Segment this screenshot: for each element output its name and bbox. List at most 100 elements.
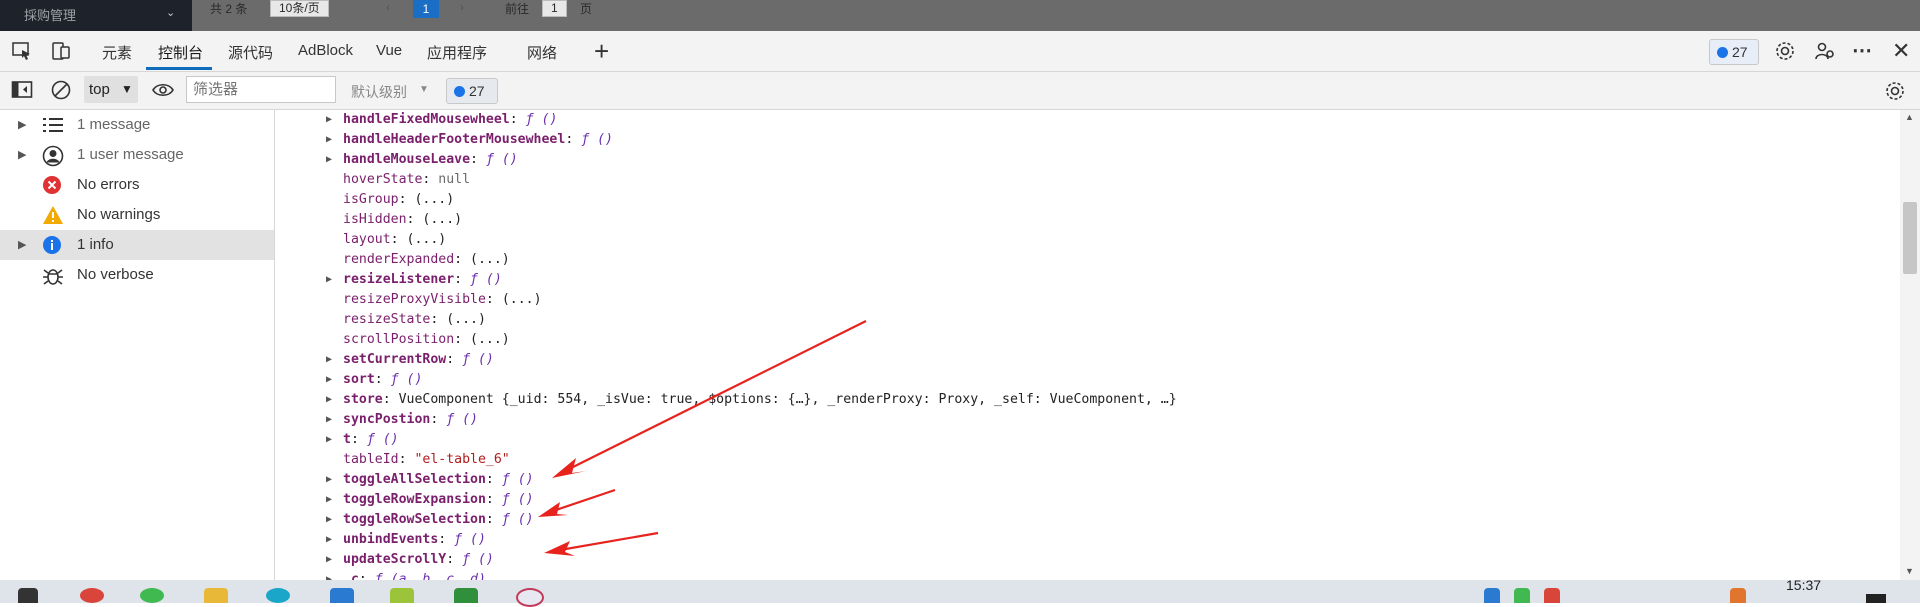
expand-arrow-icon[interactable]: ▶ bbox=[326, 110, 332, 130]
folder-icon[interactable] bbox=[204, 588, 228, 603]
taskbar-app-icon[interactable] bbox=[140, 588, 164, 603]
console-property-row[interactable]: ▶ handleHeaderFooterMousewheel: ƒ () bbox=[276, 130, 1876, 150]
console-property-row[interactable]: ▶ sort: ƒ () bbox=[276, 370, 1876, 390]
property-text: resizeState: (...) bbox=[343, 310, 486, 330]
property-text: handleFixedMousewheel: ƒ () bbox=[343, 110, 557, 130]
inspect-element-icon[interactable] bbox=[11, 40, 33, 67]
taskbar-app-icon[interactable] bbox=[80, 588, 104, 603]
property-value: (...) bbox=[470, 332, 510, 347]
property-value: ƒ () bbox=[501, 492, 534, 507]
tray-icon[interactable] bbox=[1514, 588, 1530, 603]
console-settings-gear-icon[interactable] bbox=[1884, 80, 1906, 107]
console-property-row[interactable]: ▶ syncPostion: ƒ () bbox=[276, 410, 1876, 430]
tab-network[interactable]: 网络 bbox=[527, 42, 557, 63]
settings-gear-icon[interactable] bbox=[1774, 40, 1796, 67]
log-level-select[interactable]: 默认级别 bbox=[351, 82, 407, 102]
add-tab-icon[interactable]: + bbox=[594, 36, 609, 67]
device-toolbar-icon[interactable] bbox=[50, 40, 72, 67]
scroll-up-icon[interactable]: ▲ bbox=[1905, 112, 1914, 122]
property-separator: : bbox=[422, 172, 439, 187]
console-property-row[interactable]: ▶ handleFixedMousewheel: ƒ () bbox=[276, 110, 1876, 130]
live-expression-eye-icon[interactable] bbox=[152, 80, 174, 105]
tab-adblock[interactable]: AdBlock bbox=[298, 42, 353, 59]
next-page-button[interactable]: › bbox=[460, 0, 464, 16]
property-key: resizeListener bbox=[343, 272, 455, 287]
property-key: unbindEvents bbox=[343, 532, 439, 547]
console-property-row[interactable]: ▶ updateScrollY: ƒ () bbox=[276, 550, 1876, 570]
console-property-row[interactable]: ▶ handleMouseLeave: ƒ () bbox=[276, 150, 1876, 170]
tray-icon[interactable] bbox=[1484, 588, 1500, 603]
current-page-button[interactable]: 1 bbox=[413, 0, 439, 18]
expand-arrow-icon[interactable]: ▶ bbox=[326, 510, 332, 530]
expand-arrow-icon[interactable]: ▶ bbox=[18, 238, 26, 251]
tab-sources[interactable]: 源代码 bbox=[228, 42, 273, 63]
expand-arrow-icon[interactable]: ▶ bbox=[326, 490, 332, 510]
console-property-row[interactable]: ▶ toggleAllSelection: ƒ () bbox=[276, 470, 1876, 490]
sidebar-item-messages[interactable]: ▶ 1 message bbox=[0, 110, 274, 140]
close-devtools-icon[interactable]: ✕ bbox=[1892, 38, 1910, 64]
taskbar-app-icon[interactable] bbox=[516, 588, 544, 607]
prev-page-button[interactable]: ‹ bbox=[386, 0, 390, 16]
start-icon[interactable] bbox=[18, 588, 38, 603]
browser-icon[interactable] bbox=[266, 588, 290, 603]
toolbar-issues-badge[interactable]: 27 bbox=[446, 78, 498, 104]
expand-arrow-icon[interactable]: ▶ bbox=[326, 430, 332, 450]
taskbar-app-icon[interactable] bbox=[390, 588, 414, 603]
goto-page-input[interactable]: 1 bbox=[542, 0, 567, 17]
expand-arrow-icon[interactable]: ▶ bbox=[326, 270, 332, 290]
sidebar-toggle-icon[interactable] bbox=[11, 80, 33, 105]
more-options-icon[interactable]: ⋯ bbox=[1852, 38, 1872, 63]
expand-arrow-icon[interactable]: ▶ bbox=[18, 118, 26, 131]
property-separator: : bbox=[446, 552, 463, 567]
property-key: setCurrentRow bbox=[343, 352, 447, 367]
customize-icon[interactable] bbox=[1814, 40, 1836, 67]
console-property-row[interactable]: ▶ setCurrentRow: ƒ () bbox=[276, 350, 1876, 370]
property-text: isHidden: (...) bbox=[343, 210, 462, 230]
context-selector[interactable]: top ▼ bbox=[84, 76, 138, 103]
console-property-row[interactable]: ▶ unbindEvents: ƒ () bbox=[276, 530, 1876, 550]
sidebar-item-verbose[interactable]: No verbose bbox=[0, 260, 274, 290]
console-property-row[interactable]: ▶ t: ƒ () bbox=[276, 430, 1876, 450]
chevron-down-icon[interactable]: ▼ bbox=[419, 84, 429, 95]
expand-arrow-icon[interactable]: ▶ bbox=[326, 370, 332, 390]
tray-icon[interactable] bbox=[1544, 588, 1560, 603]
issues-badge[interactable]: 27 bbox=[1709, 39, 1759, 65]
sidebar-item-info[interactable]: ▶ 1 info bbox=[0, 230, 274, 260]
expand-arrow-icon[interactable]: ▶ bbox=[326, 570, 332, 580]
notification-icon[interactable] bbox=[1866, 594, 1886, 603]
tab-application[interactable]: 应用程序 bbox=[427, 42, 487, 63]
expand-arrow-icon[interactable]: ▶ bbox=[326, 530, 332, 550]
expand-arrow-icon[interactable]: ▶ bbox=[326, 150, 332, 170]
tray-icon[interactable] bbox=[1730, 588, 1746, 603]
console-property-row[interactable]: ▶ toggleRowExpansion: ƒ () bbox=[276, 490, 1876, 510]
expand-arrow-icon[interactable]: ▶ bbox=[326, 350, 332, 370]
console-property-row[interactable]: ▶ store: VueComponent {_uid: 554, _isVue:… bbox=[276, 390, 1876, 410]
property-key: resizeState bbox=[343, 312, 431, 327]
console-property-row[interactable]: ▶ toggleRowSelection: ƒ () bbox=[276, 510, 1876, 530]
expand-arrow-icon[interactable]: ▶ bbox=[326, 410, 332, 430]
console-scrollbar[interactable]: ▲ ▼ bbox=[1900, 110, 1920, 580]
property-key: renderExpanded bbox=[343, 252, 455, 267]
vscode-icon[interactable] bbox=[330, 588, 354, 603]
expand-arrow-icon[interactable]: ▶ bbox=[326, 130, 332, 150]
console-property-row[interactable]: ▶ _c: ƒ (a, b, c, d) bbox=[276, 570, 1876, 580]
tab-elements[interactable]: 元素 bbox=[102, 42, 132, 63]
tab-vue[interactable]: Vue bbox=[376, 42, 402, 59]
clear-console-icon[interactable] bbox=[50, 79, 72, 106]
console-property-row[interactable]: ▶ resizeListener: ƒ () bbox=[276, 270, 1876, 290]
filter-input[interactable] bbox=[186, 76, 336, 103]
expand-arrow-icon[interactable]: ▶ bbox=[326, 550, 332, 570]
property-key: layout bbox=[343, 232, 391, 247]
expand-arrow-icon[interactable]: ▶ bbox=[326, 390, 332, 410]
taskbar-app-icon[interactable] bbox=[454, 588, 478, 603]
page-size-select[interactable]: 10条/页 bbox=[270, 0, 329, 17]
expand-arrow-icon[interactable]: ▶ bbox=[18, 148, 26, 161]
sidebar-item-warnings[interactable]: No warnings bbox=[0, 200, 274, 230]
expand-arrow-icon[interactable]: ▶ bbox=[326, 470, 332, 490]
scroll-down-icon[interactable]: ▼ bbox=[1905, 566, 1914, 576]
sidebar-item-user-messages[interactable]: ▶ 1 user message bbox=[0, 140, 274, 170]
sidebar-item-errors[interactable]: No errors bbox=[0, 170, 274, 200]
chevron-down-icon[interactable]: ⌄ bbox=[166, 6, 175, 19]
scrollbar-thumb[interactable] bbox=[1903, 202, 1917, 274]
tab-console[interactable]: 控制台 bbox=[158, 42, 203, 63]
